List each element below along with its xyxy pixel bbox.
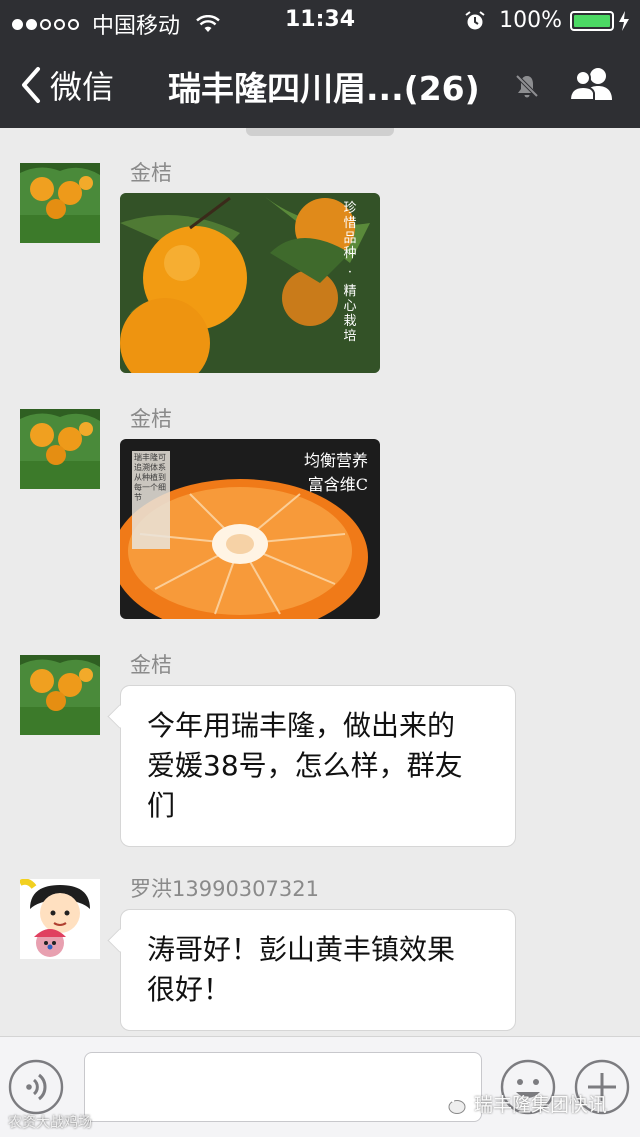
message-line: 涛哥好！彭山黄丰镇效果	[147, 933, 456, 966]
sender-name: 金桔	[130, 653, 172, 677]
image-caption: 珍惜品种	[343, 201, 357, 261]
battery-icon	[570, 10, 614, 31]
voice-icon[interactable]	[8, 1059, 64, 1115]
message-line: 爱媛38号，怎么样，群友	[147, 749, 463, 782]
message-line: 今年用瑞丰隆，做出来的	[147, 709, 456, 742]
alarm-icon	[465, 10, 485, 29]
image-caption: 均衡营养	[303, 451, 368, 470]
charging-icon	[619, 10, 629, 31]
status-right: 100%	[465, 8, 630, 33]
image-caption: 富含维C	[307, 475, 368, 494]
text-bubble[interactable]: 涛哥好！彭山黄丰镇效果 很好！	[120, 909, 516, 1031]
wechat-logo-icon	[440, 1093, 466, 1114]
pull-handle	[246, 128, 394, 136]
image-message[interactable]: 珍惜品种 · 精心栽培	[120, 193, 380, 373]
input-bar	[0, 1036, 640, 1137]
message-input[interactable]	[84, 1052, 482, 1122]
chevron-left-icon	[22, 67, 40, 103]
watermark-left: 农资大战鸡场	[8, 1115, 92, 1131]
image-side-text: 瑞丰隆可追溯体系从种植到每一个细节	[132, 451, 170, 549]
avatar[interactable]	[20, 163, 100, 243]
battery-percent: 100%	[499, 8, 562, 33]
watermark-text: 瑞丰隆集团快讯	[474, 1094, 608, 1116]
chat-title: 瑞丰隆四川眉...(26)	[168, 69, 480, 108]
group-members-icon[interactable]	[568, 66, 616, 102]
battery-level	[574, 14, 610, 27]
image-caption: 精心栽培	[343, 284, 357, 344]
back-button[interactable]: 微信	[20, 62, 114, 108]
bell-muted-icon	[515, 74, 539, 98]
back-label: 微信	[50, 68, 115, 106]
sender-name: 罗洪13990307321	[130, 877, 319, 901]
avatar[interactable]	[20, 655, 100, 735]
sender-name: 金桔	[130, 161, 172, 185]
avatar[interactable]	[20, 409, 100, 489]
chat-header: 微信 瑞丰隆四川眉...(26)	[0, 40, 640, 128]
image-message[interactable]: 瑞丰隆可追溯体系从种植到每一个细节 均衡营养 富含维C	[120, 439, 380, 619]
message-line: 们	[147, 789, 176, 822]
avatar[interactable]	[20, 879, 100, 959]
message-line: 很好！	[147, 973, 232, 1006]
status-bar: 中国移动 11:34 100%	[0, 0, 640, 40]
watermark-right: 瑞丰隆集团快讯	[440, 1090, 607, 1117]
sender-name: 金桔	[130, 407, 172, 431]
text-bubble[interactable]: 今年用瑞丰隆，做出来的 爱媛38号，怎么样，群友 们	[120, 685, 516, 847]
